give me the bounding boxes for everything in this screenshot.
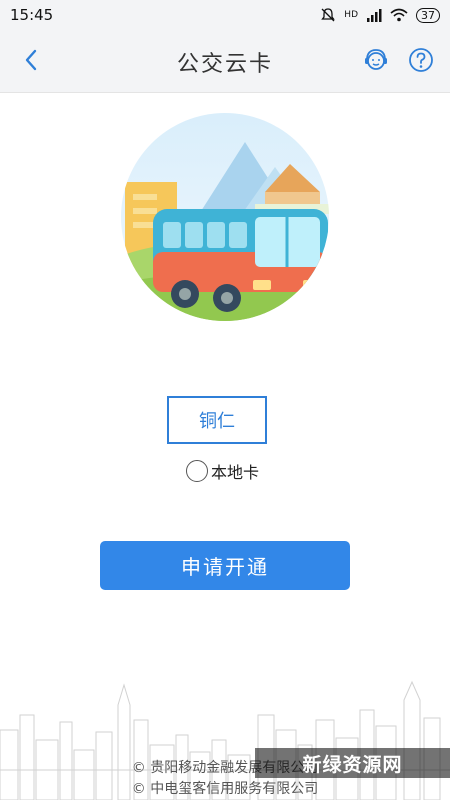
local-card-label: 本地卡: [211, 463, 260, 482]
local-card-option[interactable]: 本地卡: [186, 459, 259, 483]
status-time: 15:45: [10, 6, 54, 24]
city-select[interactable]: 铜仁: [167, 396, 267, 444]
status-bar: 15:45 HD 37: [0, 0, 450, 30]
customer-service-icon[interactable]: [362, 46, 390, 74]
signal-icon: [367, 9, 382, 22]
local-card-radio[interactable]: [186, 460, 208, 482]
nav-bar: 公交云卡: [0, 30, 450, 93]
apply-button[interactable]: 申请开通: [100, 541, 350, 590]
status-icons: HD 37: [320, 7, 440, 23]
footer-copyright-2: © 中电玺客信用服务有限公司: [131, 781, 319, 797]
battery-icon: 37: [416, 7, 440, 23]
watermark-logo: 新绿资源网: [255, 748, 450, 778]
wifi-icon: [390, 8, 408, 22]
help-icon[interactable]: [407, 46, 435, 74]
network-type-label: HD: [344, 10, 358, 20]
mute-bell-icon: [321, 8, 336, 22]
bus-illustration: [121, 113, 329, 321]
